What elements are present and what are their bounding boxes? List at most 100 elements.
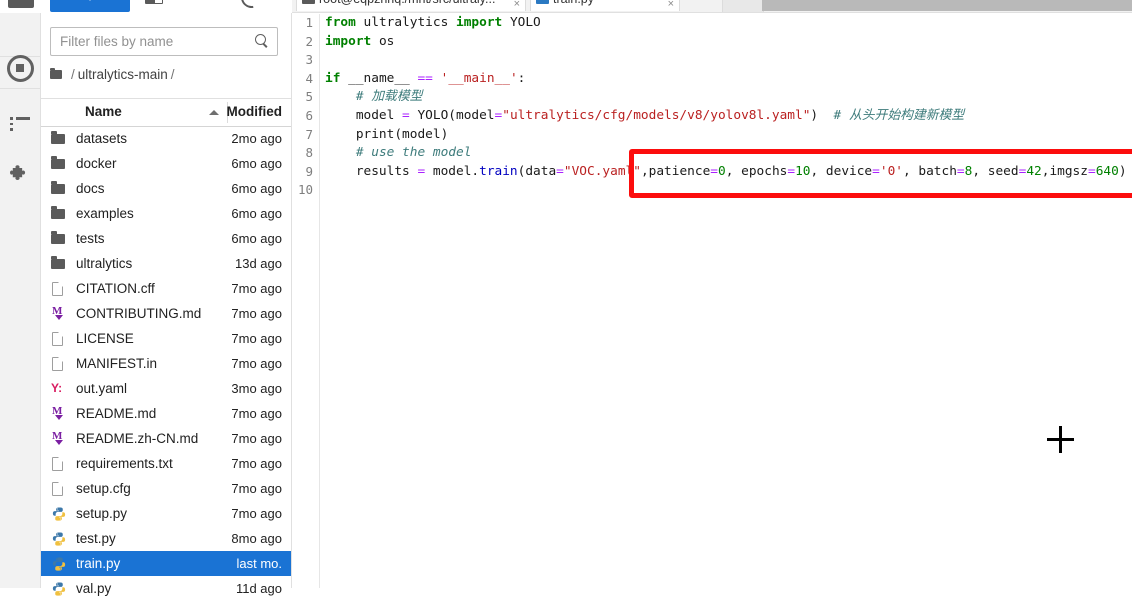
code-token: , batch xyxy=(902,163,957,179)
code-token: (data xyxy=(517,163,557,179)
code-token: "VOC.yaml" xyxy=(563,163,641,179)
python-icon xyxy=(52,506,66,521)
file-name: train.py xyxy=(76,556,121,571)
code-line-2[interactable]: import os xyxy=(325,33,1132,52)
close-icon[interactable]: × xyxy=(668,0,674,12)
new-launcher-button[interactable]: + xyxy=(50,0,130,12)
list-item[interactable]: Y: out.yaml 3mo ago xyxy=(41,376,291,401)
code-token: print(model) xyxy=(325,126,449,142)
list-item[interactable]: CITATION.cff 7mo ago xyxy=(41,276,291,301)
list-item[interactable]: setup.cfg 7mo ago xyxy=(41,476,291,501)
code-line-6[interactable]: model = YOLO(model="ultralytics/cfg/mode… xyxy=(325,107,1132,126)
file-modified: 7mo ago xyxy=(231,306,282,321)
folder-icon xyxy=(51,156,65,169)
file-name: docs xyxy=(76,181,105,196)
file-name: setup.py xyxy=(76,506,128,521)
search-input[interactable] xyxy=(51,28,247,55)
code-token: '0' xyxy=(879,163,903,179)
python-icon xyxy=(52,581,66,596)
file-name: examples xyxy=(76,206,134,221)
tab-train-py[interactable]: train.py × xyxy=(530,0,680,11)
file-list-header: Name Modified xyxy=(41,98,291,127)
code-token: 10 xyxy=(795,163,811,179)
close-icon[interactable]: × xyxy=(514,0,520,12)
breadcrumb-folder[interactable]: ultralytics-main xyxy=(78,67,168,82)
list-item[interactable]: train.py last mo. xyxy=(41,551,291,576)
file-name: CITATION.cff xyxy=(76,281,155,296)
file-name: test.py xyxy=(76,531,116,546)
file-name: README.zh-CN.md xyxy=(76,431,199,446)
list-item[interactable]: M README.md 7mo ago xyxy=(41,401,291,426)
filter-files-box[interactable] xyxy=(50,27,278,56)
sidebar-item-table-of-contents[interactable] xyxy=(0,103,40,145)
sidebar-item-running-sessions[interactable] xyxy=(0,47,40,89)
code-token: '__main__' xyxy=(440,70,518,86)
folder-icon xyxy=(51,181,65,194)
file-modified: 3mo ago xyxy=(231,381,282,396)
code-token: , seed xyxy=(972,163,1019,179)
folder-icon xyxy=(51,256,65,269)
markdown-icon: M xyxy=(52,305,63,320)
file-icon xyxy=(52,281,63,296)
file-icon xyxy=(52,481,63,496)
list-item[interactable]: requirements.txt 7mo ago xyxy=(41,451,291,476)
code-token: os xyxy=(371,33,395,49)
list-item[interactable]: ultralytics 13d ago xyxy=(41,251,291,276)
code-content[interactable]: from ultralytics import YOLO import os if… xyxy=(325,14,1132,588)
list-item[interactable]: LICENSE 7mo ago xyxy=(41,326,291,351)
column-header-modified[interactable]: Modified xyxy=(227,104,283,119)
code-token: = xyxy=(556,163,564,179)
file-name: tests xyxy=(76,231,105,246)
list-item[interactable]: test.py 8mo ago xyxy=(41,526,291,551)
file-icon xyxy=(52,456,63,471)
code-token: if xyxy=(325,70,341,86)
sidebar-item-extension-manager[interactable] xyxy=(0,153,40,195)
file-name: LICENSE xyxy=(76,331,134,346)
code-token: ,imgsz xyxy=(1041,163,1088,179)
file-name: ultralytics xyxy=(76,256,133,271)
list-item[interactable]: MANIFEST.in 7mo ago xyxy=(41,351,291,376)
file-icon xyxy=(52,356,63,371)
file-modified: 13d ago xyxy=(235,256,282,271)
tab-terminal[interactable]: root@eqpznhq:/mnt/src/ultraly... × xyxy=(296,0,526,11)
file-modified: 6mo ago xyxy=(231,206,282,221)
file-modified: 7mo ago xyxy=(231,356,282,371)
file-name: val.py xyxy=(76,581,112,596)
python-icon xyxy=(52,531,66,546)
breadcrumb[interactable]: / ultralytics-main / xyxy=(50,63,178,85)
code-line-7[interactable]: print(model) xyxy=(325,126,1132,145)
code-line-9[interactable]: results = model.train(data="VOC.yaml",pa… xyxy=(325,163,1132,182)
terminal-icon[interactable] xyxy=(8,0,34,8)
file-modified: 6mo ago xyxy=(231,181,282,196)
list-item[interactable]: M README.zh-CN.md 7mo ago xyxy=(41,426,291,451)
column-header-name[interactable]: Name xyxy=(85,104,122,119)
list-item[interactable]: setup.py 7mo ago xyxy=(41,501,291,526)
line-number: 5 xyxy=(305,89,313,105)
code-token: ) xyxy=(810,107,834,123)
list-item[interactable]: tests 6mo ago xyxy=(41,226,291,251)
code-line-10[interactable] xyxy=(325,181,1132,200)
list-item[interactable]: M CONTRIBUTING.md 7mo ago xyxy=(41,301,291,326)
code-line-8[interactable]: # use the model xyxy=(325,144,1132,163)
file-name: CONTRIBUTING.md xyxy=(76,306,202,321)
list-item[interactable]: datasets 2mo ago xyxy=(41,126,291,151)
list-item[interactable]: docker 6mo ago xyxy=(41,151,291,176)
code-line-1[interactable]: from ultralytics import YOLO xyxy=(325,14,1132,33)
file-name: out.yaml xyxy=(76,381,128,396)
code-token: # 加载模型 xyxy=(355,89,423,105)
code-token: = xyxy=(956,163,965,179)
list-item[interactable]: val.py 11d ago xyxy=(41,576,291,601)
code-line-4[interactable]: if __name__ == '__main__': xyxy=(325,70,1132,89)
code-line-5[interactable]: # 加载模型 xyxy=(325,88,1132,107)
upload-icon[interactable] xyxy=(193,0,211,6)
list-item[interactable]: docs 6mo ago xyxy=(41,176,291,201)
code-token: == xyxy=(417,70,433,86)
terminal-icon xyxy=(302,0,315,4)
new-folder-icon[interactable] xyxy=(145,0,163,4)
list-item[interactable]: examples 6mo ago xyxy=(41,201,291,226)
code-line-3[interactable] xyxy=(325,51,1132,70)
refresh-icon[interactable] xyxy=(236,0,267,13)
caret-up-icon[interactable] xyxy=(209,110,219,115)
line-number: 10 xyxy=(297,182,313,198)
